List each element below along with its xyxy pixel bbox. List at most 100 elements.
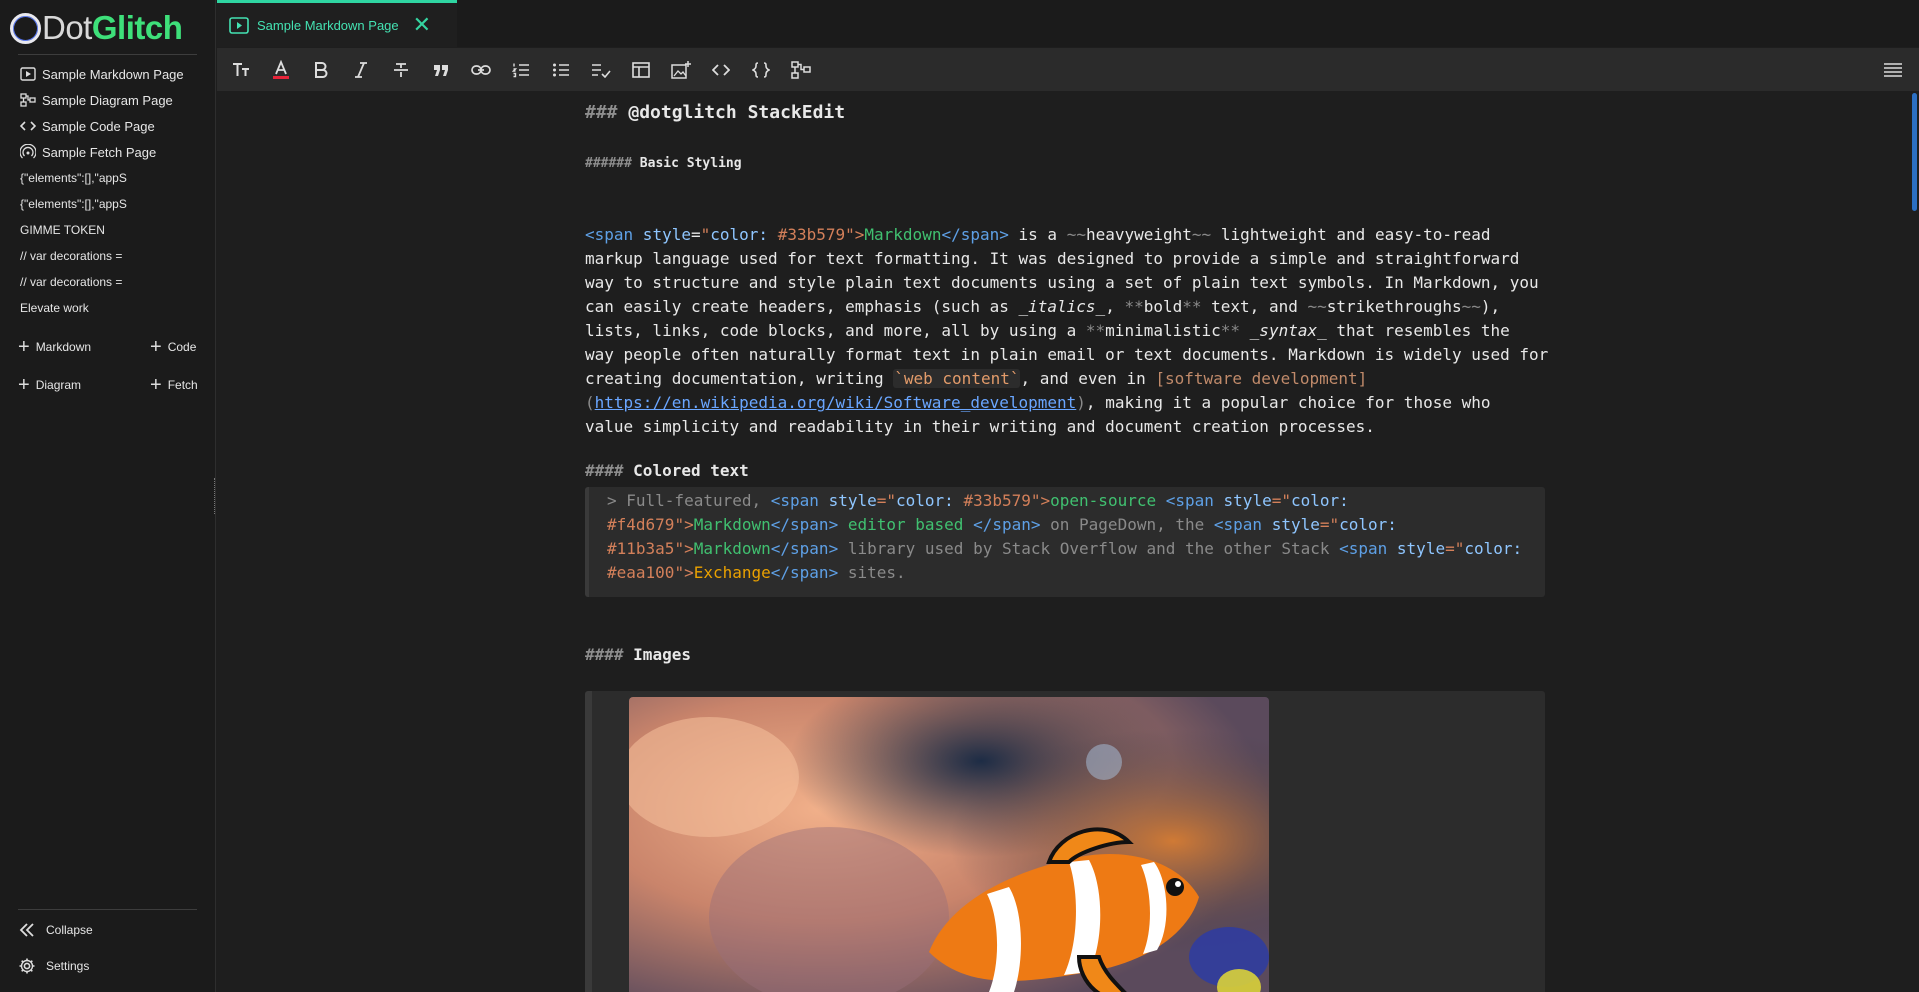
strikethrough-button[interactable] — [381, 52, 421, 88]
add-markdown-button[interactable]: + Markdown — [18, 337, 91, 357]
add-code-label: Code — [167, 340, 197, 354]
bold-icon — [315, 61, 328, 78]
sidebar-doc-item[interactable]: GIMME TOKEN — [20, 223, 105, 237]
heading-button[interactable] — [221, 52, 261, 88]
paragraph-line: (https://en.wikipedia.org/wiki/Software_… — [585, 393, 1491, 412]
ordered-list-button[interactable] — [501, 52, 541, 88]
sidebar-page-label: Sample Code Page — [42, 118, 155, 134]
sidebar-resize-handle[interactable] — [214, 478, 216, 514]
blockquote-line: #f4d679">Markdown</span> editor based </… — [607, 515, 1397, 534]
code-icon — [20, 121, 36, 131]
strikethrough-icon — [394, 62, 408, 77]
bullet-list-icon — [553, 63, 569, 76]
link-button[interactable] — [461, 52, 501, 88]
plus-icon: + — [18, 374, 30, 396]
add-image-icon — [671, 60, 691, 79]
paragraph-line: <span style="color: #33b579">Markdown</s… — [585, 225, 1491, 244]
heading-marker: ###### — [585, 156, 632, 171]
text-color-button[interactable] — [261, 52, 301, 88]
sidebar-divider — [18, 909, 197, 910]
gear-icon — [19, 958, 35, 974]
heading-marker: ### — [585, 102, 618, 123]
heading-text: Basic Styling — [639, 156, 742, 171]
add-diagram-label: Diagram — [35, 378, 82, 392]
blockquote-line: > Full-featured, <span style="color: #33… — [607, 491, 1349, 510]
heading-marker: #### — [585, 645, 624, 664]
plus-icon: + — [150, 374, 162, 396]
blockquote-line: #eaa100">Exchange</span> sites. — [607, 563, 906, 582]
bullet-list-button[interactable] — [541, 52, 581, 88]
collapse-label: Collapse — [46, 923, 93, 937]
inline-code-button[interactable] — [701, 52, 741, 88]
slides-icon — [20, 67, 36, 81]
tab-sample-markdown-page[interactable]: Sample Markdown Page ✕ — [217, 0, 457, 47]
diagram-icon — [791, 60, 811, 79]
tab-bar: Sample Markdown Page ✕ — [217, 0, 1919, 47]
blockquote: > Full-featured, <span style="color: #33… — [585, 487, 1545, 597]
plus-icon: + — [18, 336, 30, 358]
settings-button[interactable]: Settings — [18, 957, 89, 975]
add-markdown-label: Markdown — [35, 340, 92, 354]
add-fetch-label: Fetch — [167, 378, 198, 392]
checklist-button[interactable] — [581, 52, 621, 88]
sidebar-doc-item[interactable]: {"elements":[],"appS — [20, 171, 127, 185]
image-button[interactable] — [661, 52, 701, 88]
paragraph-line: can easily create headers, emphasis (suc… — [585, 297, 1501, 316]
bold-button[interactable] — [301, 52, 341, 88]
diagram-icon — [20, 93, 36, 107]
add-code-button[interactable]: + Code — [150, 337, 196, 357]
heading-text: Colored text — [633, 461, 749, 480]
paragraph-line: way people often naturally format text i… — [585, 345, 1549, 364]
sidebar-doc-item[interactable]: Elevate work — [20, 301, 89, 315]
logo-ring-icon — [10, 12, 41, 44]
fetch-icon — [20, 144, 36, 159]
scroll-thumb[interactable] — [1912, 93, 1917, 211]
menu-button[interactable] — [1873, 52, 1913, 88]
close-icon[interactable]: ✕ — [413, 14, 431, 36]
image-block — [585, 691, 1545, 992]
quote-icon — [434, 64, 448, 76]
paragraph-line: value simplicity and readability in thei… — [585, 417, 1375, 436]
markdown-toolbar — [217, 48, 1919, 91]
add-fetch-button[interactable]: + Fetch — [150, 375, 198, 395]
sidebar-page-markdown[interactable]: Sample Markdown Page — [20, 64, 184, 84]
heading-marker: #### — [585, 461, 624, 480]
heading-line: #### Images — [585, 643, 691, 667]
plus-icon: + — [150, 336, 162, 358]
settings-label: Settings — [46, 959, 90, 973]
link-text: [software development] — [1155, 369, 1368, 388]
paragraph-line: markup language used for text formatting… — [585, 249, 1520, 268]
sidebar-doc-item[interactable]: {"elements":[],"appS — [20, 197, 127, 211]
sidebar-page-label: Sample Diagram Page — [42, 92, 173, 108]
markdown-editor[interactable]: ### @dotglitch StackEdit ###### Basic St… — [217, 91, 1919, 992]
sidebar-page-fetch[interactable]: Sample Fetch Page — [20, 142, 156, 162]
sidebar-doc-item[interactable]: // var decorations = — [20, 275, 122, 289]
code-block-button[interactable] — [741, 52, 781, 88]
paragraph-line: lists, links, code blocks, and more, all… — [585, 321, 1510, 340]
diagram-button[interactable] — [781, 52, 821, 88]
inline-code: `web content` — [893, 369, 1021, 388]
checklist-icon — [592, 63, 611, 78]
sidebar: Dot Glitch Sample Markdown Page Sample Di… — [0, 0, 216, 992]
font-color-icon — [273, 59, 289, 79]
sidebar-doc-item[interactable]: // var decorations = — [20, 249, 122, 263]
add-diagram-button[interactable]: + Diagram — [18, 375, 81, 395]
slides-icon — [229, 16, 249, 34]
heading-text: @dotglitch StackEdit — [628, 102, 846, 123]
editor-scrollbar[interactable] — [1909, 91, 1919, 992]
sidebar-page-label: Sample Markdown Page — [42, 66, 184, 82]
link-url[interactable]: https://en.wikipedia.org/wiki/Software_d… — [595, 393, 1077, 412]
collapse-button[interactable]: Collapse — [18, 922, 93, 938]
sidebar-page-diagram[interactable]: Sample Diagram Page — [20, 90, 173, 110]
heading-line: #### Colored text — [585, 459, 749, 483]
clownfish-illustration — [629, 697, 1269, 992]
blockquote-line: #11b3a5">Markdown</span> library used by… — [607, 539, 1523, 558]
sidebar-page-code[interactable]: Sample Code Page — [20, 116, 155, 136]
paragraph-line: way to structure and style plain text do… — [585, 273, 1539, 292]
link-icon — [471, 64, 491, 75]
italic-button[interactable] — [341, 52, 381, 88]
app-logo[interactable]: Dot Glitch — [10, 9, 183, 47]
paragraph-line: creating documentation, writing `web con… — [585, 369, 1368, 388]
quote-button[interactable] — [421, 52, 461, 88]
table-button[interactable] — [621, 52, 661, 88]
